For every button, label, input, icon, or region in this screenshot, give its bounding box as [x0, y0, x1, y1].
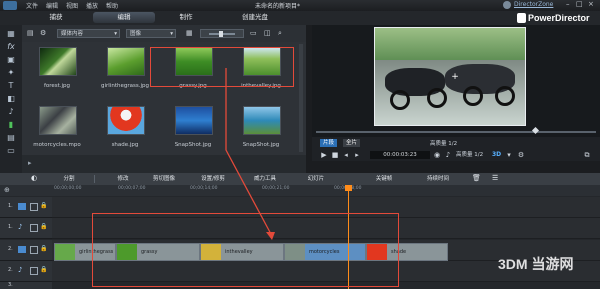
- annotation-arrow: [225, 68, 275, 240]
- watermark: 3DM 当游网: [498, 256, 574, 272]
